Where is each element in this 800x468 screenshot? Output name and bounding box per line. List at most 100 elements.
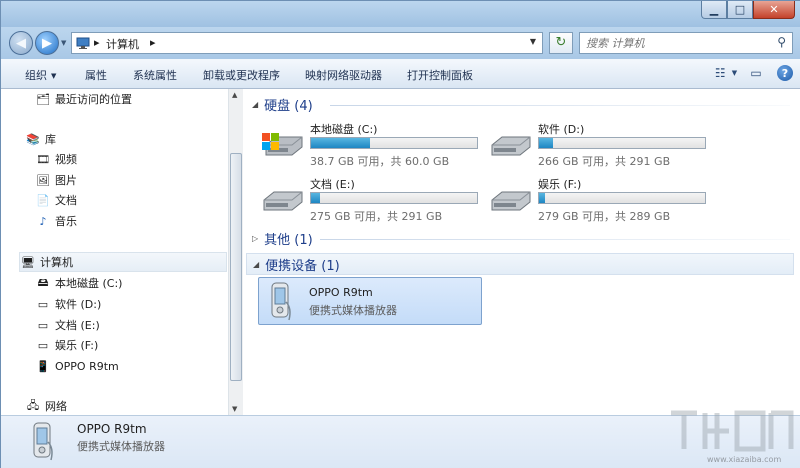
drive-icon <box>491 191 531 211</box>
back-button[interactable]: ◀ <box>9 31 33 55</box>
nav-label: 库 <box>45 133 56 146</box>
nav-item-recent[interactable]: 🗂 最近访问的位置 <box>35 89 132 109</box>
watermark-url: www.xiazaiba.com <box>707 455 782 464</box>
watermark-logo: www.xiazaiba.com <box>667 405 797 467</box>
nav-item-phone[interactable]: 📱 OPPO R9tm <box>35 356 119 376</box>
details-type: 便携式媒体播放器 <box>77 440 165 453</box>
library-icon: 📚 <box>26 132 40 146</box>
drive-usage-fill <box>539 138 554 148</box>
recent-pages-dropdown[interactable]: ▼ <box>61 39 66 47</box>
group-divider <box>320 239 790 240</box>
group-header-portable[interactable]: ◢ 便携设备 (1) <box>246 253 794 275</box>
drive-icon: ▭ <box>37 338 49 352</box>
nav-label: 文档 (E:) <box>55 319 100 332</box>
content-pane: ◢ 硬盘 (4) 本地磁盘 (C:) 38.7 GB 可用，共 60.0 GB … <box>244 89 800 415</box>
nav-item-computer[interactable]: 🖥 计算机 <box>19 252 227 272</box>
command-bar: 组织 ▼ 属性 系统属性 卸载或更改程序 映射网络驱动器 打开控制面板 ☷ ▼ ▭ … <box>1 59 800 89</box>
system-properties-button[interactable]: 系统属性 <box>133 67 177 83</box>
device-tile-oppo[interactable]: OPPO R9tm 便携式媒体播放器 <box>258 277 482 325</box>
watermark-mark-icon <box>671 410 794 452</box>
drive-space-info: 275 GB 可用，共 291 GB <box>310 210 443 223</box>
nav-scrollbar[interactable]: ▲ ▼ <box>228 89 243 415</box>
drive-icon <box>263 191 303 211</box>
drive-usage-bar <box>538 137 706 149</box>
device-type: 便携式媒体播放器 <box>309 304 397 317</box>
close-button[interactable]: ✕ <box>753 1 795 19</box>
address-row: ◀ ▶ ▼ ▸ 计算机 ▸ ▼ ↻ ⚲ <box>1 27 800 59</box>
nav-item-drive-d[interactable]: ▭ 软件 (D:) <box>35 294 101 314</box>
uninstall-button[interactable]: 卸载或更改程序 <box>203 67 280 83</box>
organize-menu[interactable]: 组织 ▼ <box>25 67 56 83</box>
help-icon[interactable]: ? <box>777 65 793 81</box>
expand-arrow-icon: ▷ <box>252 234 259 243</box>
picture-icon: 🖼 <box>36 173 50 187</box>
drive-name: 本地磁盘 (C:) <box>310 123 378 136</box>
nav-label: 本地磁盘 (C:) <box>55 277 123 290</box>
nav-item-library[interactable]: 📚 库 <box>25 129 56 149</box>
computer-icon: 🖥 <box>21 255 35 269</box>
device-name: OPPO R9tm <box>309 286 373 299</box>
scroll-up-arrow-icon[interactable]: ▲ <box>232 91 237 99</box>
nav-item-documents[interactable]: 📄 文档 <box>35 190 77 210</box>
network-icon: 🖧 <box>26 398 40 412</box>
refresh-button[interactable]: ↻ <box>549 32 573 54</box>
address-history-dropdown[interactable]: ▼ <box>530 37 536 46</box>
group-title: 便携设备 (1) <box>265 258 340 274</box>
nav-label: 软件 (D:) <box>55 298 102 311</box>
breadcrumb-separator-icon[interactable]: ▸ <box>94 36 100 49</box>
view-controls: ☷ ▼ ▭ ? <box>715 64 793 82</box>
drive-e-tile[interactable]: 文档 (E:) 275 GB 可用，共 291 GB <box>262 176 482 223</box>
breadcrumb-chevron-icon[interactable]: ▸ <box>150 36 156 49</box>
breadcrumb-computer[interactable]: 计算机 <box>106 36 139 52</box>
drive-name: 娱乐 (F:) <box>538 178 582 191</box>
drive-usage-bar <box>538 192 706 204</box>
search-icon[interactable]: ⚲ <box>777 35 786 49</box>
view-options-icon[interactable]: ☷ ▼ <box>715 64 737 82</box>
drive-c-tile[interactable]: 本地磁盘 (C:) 38.7 GB 可用，共 60.0 GB <box>262 121 482 168</box>
drive-f-tile[interactable]: 娱乐 (F:) 279 GB 可用，共 289 GB <box>490 176 710 223</box>
nav-item-pictures[interactable]: 🖼 图片 <box>35 170 77 190</box>
drive-d-tile[interactable]: 软件 (D:) 266 GB 可用，共 291 GB <box>490 121 710 168</box>
search-box: ⚲ <box>579 32 793 54</box>
details-name: OPPO R9tm <box>77 422 147 436</box>
nav-label: OPPO R9tm <box>55 359 119 373</box>
nav-item-network[interactable]: 🖧 网络 <box>25 396 67 415</box>
title-bar: ▁ □ ✕ <box>1 1 800 27</box>
window-controls: ▁ □ ✕ <box>701 1 795 19</box>
group-header-other[interactable]: ▷ 其他 (1) <box>252 229 313 248</box>
drive-usage-fill <box>539 193 545 203</box>
drive-name: 文档 (E:) <box>310 178 355 191</box>
nav-item-drive-e[interactable]: ▭ 文档 (E:) <box>35 315 100 335</box>
drive-space-info: 266 GB 可用，共 291 GB <box>538 155 671 168</box>
phone-icon <box>33 422 53 461</box>
nav-item-drive-c[interactable]: 🖴 本地磁盘 (C:) <box>35 273 122 293</box>
nav-label: 文档 <box>55 194 77 207</box>
nav-item-music[interactable]: ♪ 音乐 <box>35 211 77 231</box>
drive-icon <box>491 136 531 156</box>
phone-icon: 📱 <box>36 359 50 373</box>
drive-icon: ▭ <box>37 318 49 332</box>
nav-item-videos[interactable]: 🎞 视频 <box>35 149 77 169</box>
drive-name: 软件 (D:) <box>538 123 585 136</box>
collapse-arrow-icon: ◢ <box>253 259 260 269</box>
forward-button[interactable]: ▶ <box>35 31 59 55</box>
maximize-button[interactable]: □ <box>727 1 753 19</box>
scrollbar-thumb[interactable] <box>230 153 242 381</box>
nav-label: 音乐 <box>55 215 77 228</box>
properties-button[interactable]: 属性 <box>85 67 107 83</box>
minimize-button[interactable]: ▁ <box>701 1 727 19</box>
control-panel-button[interactable]: 打开控制面板 <box>407 67 473 83</box>
drive-usage-bar <box>310 192 478 204</box>
preview-pane-icon[interactable]: ▭ <box>747 64 765 82</box>
video-icon: 🎞 <box>36 152 50 166</box>
scroll-down-arrow-icon[interactable]: ▼ <box>232 405 237 413</box>
drive-space-info: 38.7 GB 可用，共 60.0 GB <box>310 155 450 168</box>
group-header-hard-disks[interactable]: ◢ 硬盘 (4) <box>252 95 313 114</box>
address-bar[interactable]: ▸ 计算机 ▸ ▼ <box>71 32 543 54</box>
nav-item-drive-f[interactable]: ▭ 娱乐 (F:) <box>35 335 98 355</box>
nav-label: 最近访问的位置 <box>55 93 132 106</box>
search-input[interactable] <box>586 34 766 52</box>
map-drive-button[interactable]: 映射网络驱动器 <box>305 67 382 83</box>
nav-label: 娱乐 (F:) <box>55 339 99 352</box>
recent-places-icon: 🗂 <box>36 92 50 106</box>
